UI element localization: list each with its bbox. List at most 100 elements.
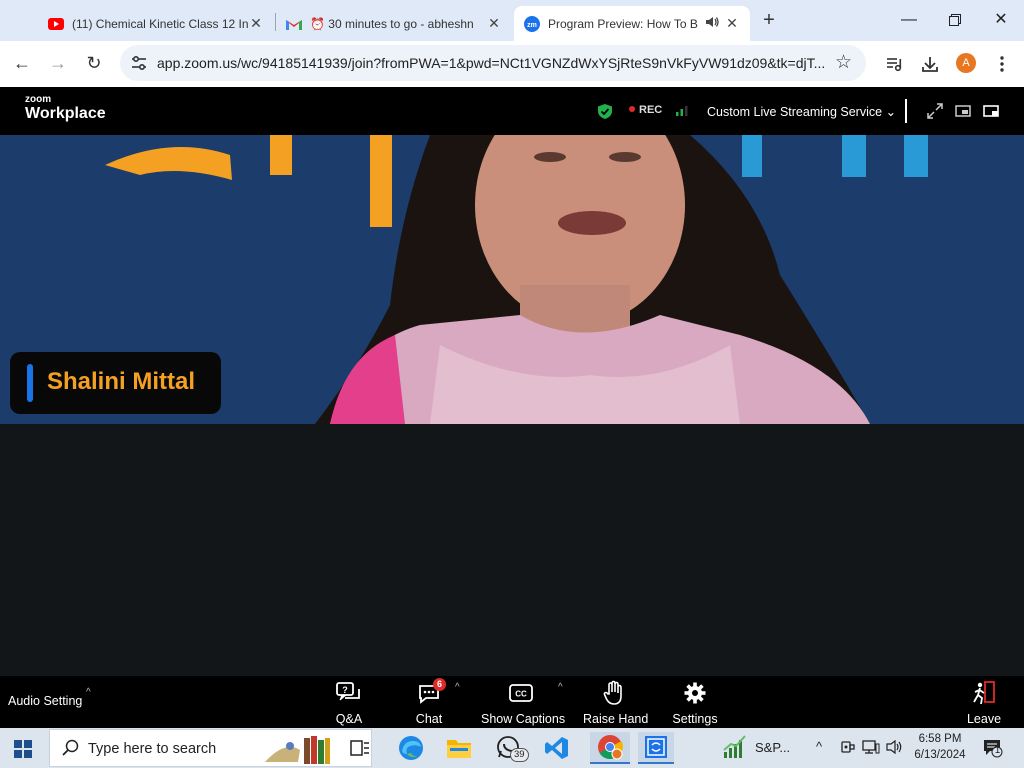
chat-button[interactable]: 6 Chat xyxy=(409,678,449,726)
taskbar-search-box[interactable]: Type here to search xyxy=(49,729,372,767)
tab-title: ⏰ 30 minutes to go - abheshn xyxy=(310,16,474,31)
close-tab-icon[interactable]: ✕ xyxy=(248,15,264,32)
chat-icon: 6 xyxy=(409,678,449,706)
svg-text:?: ? xyxy=(342,685,348,695)
windows-taskbar: Type here to search 39 S&P... ^ 6:58 PM … xyxy=(0,728,1024,768)
record-dot-icon xyxy=(629,106,635,112)
audio-caret-icon[interactable]: ^ xyxy=(86,687,91,698)
toolbar-divider xyxy=(905,99,907,123)
hand-icon xyxy=(583,680,645,706)
notification-count: 1 xyxy=(994,745,1001,756)
chrome-icon[interactable] xyxy=(590,732,630,764)
raise-hand-button[interactable]: Raise Hand xyxy=(583,680,649,726)
gmail-icon xyxy=(286,16,302,32)
qa-icon: ? xyxy=(329,680,369,706)
logo-small-text: zoom xyxy=(25,94,52,105)
profile-avatar[interactable]: A xyxy=(956,53,976,73)
stock-chart-icon[interactable] xyxy=(722,734,748,765)
youtube-icon xyxy=(48,16,64,32)
minimize-button[interactable]: — xyxy=(886,6,932,34)
site-info-icon[interactable] xyxy=(130,54,148,72)
speaking-indicator xyxy=(27,364,33,402)
browser-tabstrip: (11) Chemical Kinetic Class 12 In ✕ ⏰ 30… xyxy=(0,0,1024,41)
logo-big-text: Workplace xyxy=(25,105,106,122)
leave-button[interactable]: Leave xyxy=(964,680,1004,726)
chat-label: Chat xyxy=(415,712,443,726)
network-icon[interactable] xyxy=(862,739,880,758)
tab-gmail[interactable]: ⏰ 30 minutes to go - abheshn ✕ xyxy=(276,6,512,41)
show-captions-button[interactable]: CC Show Captions xyxy=(481,680,566,726)
chat-caret-icon[interactable]: ^ xyxy=(455,682,460,693)
zoom-icon: zm xyxy=(524,15,540,32)
tab-zoom-active[interactable]: zm Program Preview: How To B ✕ xyxy=(514,6,750,41)
settings-label: Settings xyxy=(672,712,718,726)
address-bar[interactable]: app.zoom.us/wc/94185141939/join?fromPWA=… xyxy=(120,45,866,81)
browser-toolbar: ← → ↻ app.zoom.us/wc/94185141939/join?fr… xyxy=(0,41,1024,86)
speaker-icon[interactable] xyxy=(706,16,724,31)
back-button[interactable]: ← xyxy=(10,51,34,75)
settings-button[interactable]: Settings xyxy=(672,680,718,726)
url-text: app.zoom.us/wc/94185141939/join?fromPWA=… xyxy=(157,55,825,71)
gear-icon xyxy=(672,680,718,706)
stock-widget-label[interactable]: S&P... xyxy=(755,740,790,755)
task-view-icon[interactable] xyxy=(344,732,376,764)
vscode-icon[interactable] xyxy=(541,732,573,764)
audio-setting-label: Audio Setting xyxy=(8,694,83,708)
svg-text:CC: CC xyxy=(515,690,527,699)
whatsapp-icon[interactable]: 39 xyxy=(492,732,529,764)
close-tab-icon[interactable]: ✕ xyxy=(724,15,740,32)
participant-name: Shalini Mittal xyxy=(47,368,196,395)
rec-label: REC xyxy=(639,104,663,116)
pip-icon[interactable] xyxy=(955,103,971,119)
chevron-down-icon: ⌄ xyxy=(885,105,897,119)
captions-label: Show Captions xyxy=(481,712,566,726)
edge-icon[interactable] xyxy=(395,732,427,764)
qa-button[interactable]: ? Q&A xyxy=(329,680,369,726)
tab-title: (11) Chemical Kinetic Class 12 In xyxy=(72,16,248,31)
download-icon[interactable] xyxy=(919,53,941,75)
volume-icon[interactable] xyxy=(886,739,904,758)
notification-center-icon[interactable]: 1 xyxy=(982,738,1004,758)
speaker-video[interactable]: Shalini Mittal xyxy=(0,135,1024,424)
clock-date: 6/13/2024 xyxy=(914,749,966,761)
audio-setting-button[interactable]: Audio Setting xyxy=(8,694,82,708)
browser-menu-icon[interactable] xyxy=(991,53,1013,75)
zoom-top-bar: zoom Workplace REC Custom Live Streaming… xyxy=(0,87,1024,135)
file-explorer-icon[interactable] xyxy=(443,732,475,764)
view-layout-icon[interactable] xyxy=(983,103,999,119)
meet-now-icon[interactable] xyxy=(839,739,855,758)
chat-unread-badge: 6 xyxy=(433,678,447,691)
tab-title: Program Preview: How To B xyxy=(548,16,698,31)
meeting-stage-empty xyxy=(0,424,1024,676)
media-controls-icon[interactable] xyxy=(884,53,906,75)
windows-start-icon[interactable] xyxy=(14,740,32,758)
leave-label: Leave xyxy=(966,712,1002,726)
close-window-button[interactable]: ✕ xyxy=(978,6,1024,34)
recording-indicator[interactable]: REC xyxy=(629,104,662,116)
search-placeholder: Type here to search xyxy=(88,741,217,757)
tab-youtube[interactable]: (11) Chemical Kinetic Class 12 In ✕ xyxy=(38,6,274,41)
fullscreen-icon[interactable] xyxy=(927,103,943,119)
reload-button[interactable]: ↻ xyxy=(82,51,106,75)
streaming-label: Custom Live Streaming Service xyxy=(707,105,883,119)
leave-icon xyxy=(964,680,1004,706)
captions-icon: CC xyxy=(481,680,561,706)
qa-label: Q&A xyxy=(335,712,363,726)
show-hidden-icons-icon[interactable]: ^ xyxy=(816,739,822,754)
svg-text:zm: zm xyxy=(527,22,537,29)
live-streaming-dropdown[interactable]: Custom Live Streaming Service ⌄ xyxy=(707,104,896,119)
restore-button[interactable] xyxy=(932,6,978,34)
participant-name-tag: Shalini Mittal xyxy=(10,352,221,414)
connection-signal-icon[interactable] xyxy=(675,103,689,122)
encryption-shield-icon[interactable] xyxy=(597,103,613,125)
whatsapp-unread-badge: 39 xyxy=(510,748,529,762)
system-clock[interactable]: 6:58 PM 6/13/2024 xyxy=(910,731,970,763)
close-tab-icon[interactable]: ✕ xyxy=(486,15,502,32)
zoom-app-icon[interactable] xyxy=(638,732,674,764)
search-icon xyxy=(62,739,80,762)
raise-hand-label: Raise Hand xyxy=(583,712,649,726)
new-tab-button[interactable]: + xyxy=(758,9,780,31)
bookmark-star-icon[interactable]: ☆ xyxy=(835,51,852,74)
captions-caret-icon[interactable]: ^ xyxy=(558,682,563,693)
forward-button[interactable]: → xyxy=(46,51,70,75)
